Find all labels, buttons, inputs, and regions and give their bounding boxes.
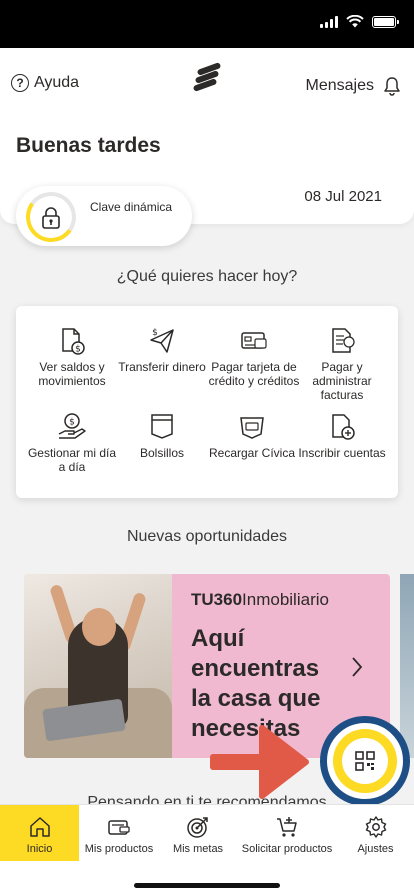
cellular-signal-icon [320,15,338,28]
lock-icon [42,207,60,229]
document-add-icon [332,414,355,440]
wifi-icon [346,15,364,28]
hand-coin-icon: $ [58,413,86,439]
action-label: Gestionar mi día a día [27,446,117,474]
qr-fab-core [342,738,388,784]
section-opportunities-title: Nuevas oportunidades [126,528,288,545]
bottom-tab-bar: Inicio Mis productos Mis metas Solicitar… [0,804,414,896]
qr-code-icon [355,751,375,771]
promo-photo [24,574,172,758]
question-circle-icon: ? [11,74,29,92]
status-icons [320,15,399,28]
action-inscribir-cuentas[interactable]: Inscribir cuentas [294,412,390,460]
qr-scan-button[interactable] [320,716,410,806]
tab-label: Ajustes [357,843,394,855]
action-transferir[interactable]: $ Transferir dinero [114,326,210,374]
qr-fab-ring [333,729,397,793]
messages-label: Mensajes [305,77,374,94]
action-label: Ver saldos y movimientos [38,360,106,388]
tab-mis-productos[interactable]: Mis productos [79,805,159,861]
current-date: 08 Jul 2021 [304,188,382,205]
civica-card-icon [240,417,264,439]
target-icon [187,817,208,838]
promo-brand-bold: TU360 [191,590,243,609]
help-label: Ayuda [34,74,80,91]
pocket-icon [151,414,173,439]
cart-plus-icon [277,817,297,837]
document-coin-icon: $ [62,328,85,355]
tab-inicio[interactable]: Inicio [0,805,79,861]
paper-plane-icon: $ [150,328,174,353]
tab-mis-metas[interactable]: Mis metas [159,805,237,861]
tab-ajustes[interactable]: Ajustes [337,805,414,861]
greeting-title: Buenas tardes [16,134,161,157]
credit-card-icon [241,332,267,349]
wallet-icon [108,820,130,835]
tab-label: Inicio [26,843,53,855]
clave-dinamica-button[interactable]: Clave dinámica [16,186,192,246]
promo-brand: TU360Inmobiliario [191,590,329,610]
clave-label: Clave dinámica [90,200,173,214]
action-pagar-tarjeta[interactable]: Pagar tarjeta de crédito y créditos [206,326,302,388]
promo-brand-rest: Inmobiliario [242,590,329,609]
tab-label: Mis metas [172,843,224,855]
promo-banner-next-peek[interactable] [400,574,414,758]
bell-icon [384,77,400,96]
invoice-icon [332,328,355,353]
messages-button[interactable]: Mensajes [306,76,402,96]
home-icon [29,817,50,837]
action-ver-saldos[interactable]: $ Ver saldos y movimientos [24,326,120,388]
tab-label: Mis productos [84,843,154,855]
section-question: ¿Qué quieres hacer hoy? [116,268,298,285]
action-bolsillos[interactable]: Bolsillos [114,412,210,460]
action-label: Pagar y administrar facturas [312,360,372,402]
arrow-annotation-icon [210,725,309,799]
help-button[interactable]: ? Ayuda [11,74,79,92]
tab-solicitar-productos[interactable]: Solicitar productos [237,805,337,861]
tab-label: Solicitar productos [241,843,333,855]
gear-icon [365,816,386,838]
action-pagar-facturas[interactable]: Pagar y administrar facturas [294,326,390,402]
chevron-right-icon[interactable] [350,656,364,678]
svg-text:$: $ [75,345,81,355]
action-label: Inscribir cuentas [298,446,386,460]
bank-logo [192,62,222,92]
svg-text:$: $ [152,328,158,338]
action-label: Bolsillos [139,446,184,460]
battery-icon [372,15,399,28]
quick-actions-card: $ Ver saldos y movimientos $ Transferir … [16,306,398,498]
status-bar [0,0,414,48]
action-gestionar-dia[interactable]: $ Gestionar mi día a día [24,412,120,474]
action-label: Transferir dinero [118,360,206,374]
svg-text:$: $ [69,418,75,428]
home-indicator [134,883,280,888]
action-label: Recargar Cívica [208,446,296,460]
action-recargar-civica[interactable]: Recargar Cívica [204,412,300,460]
action-label: Pagar tarjeta de crédito y créditos [208,360,300,388]
